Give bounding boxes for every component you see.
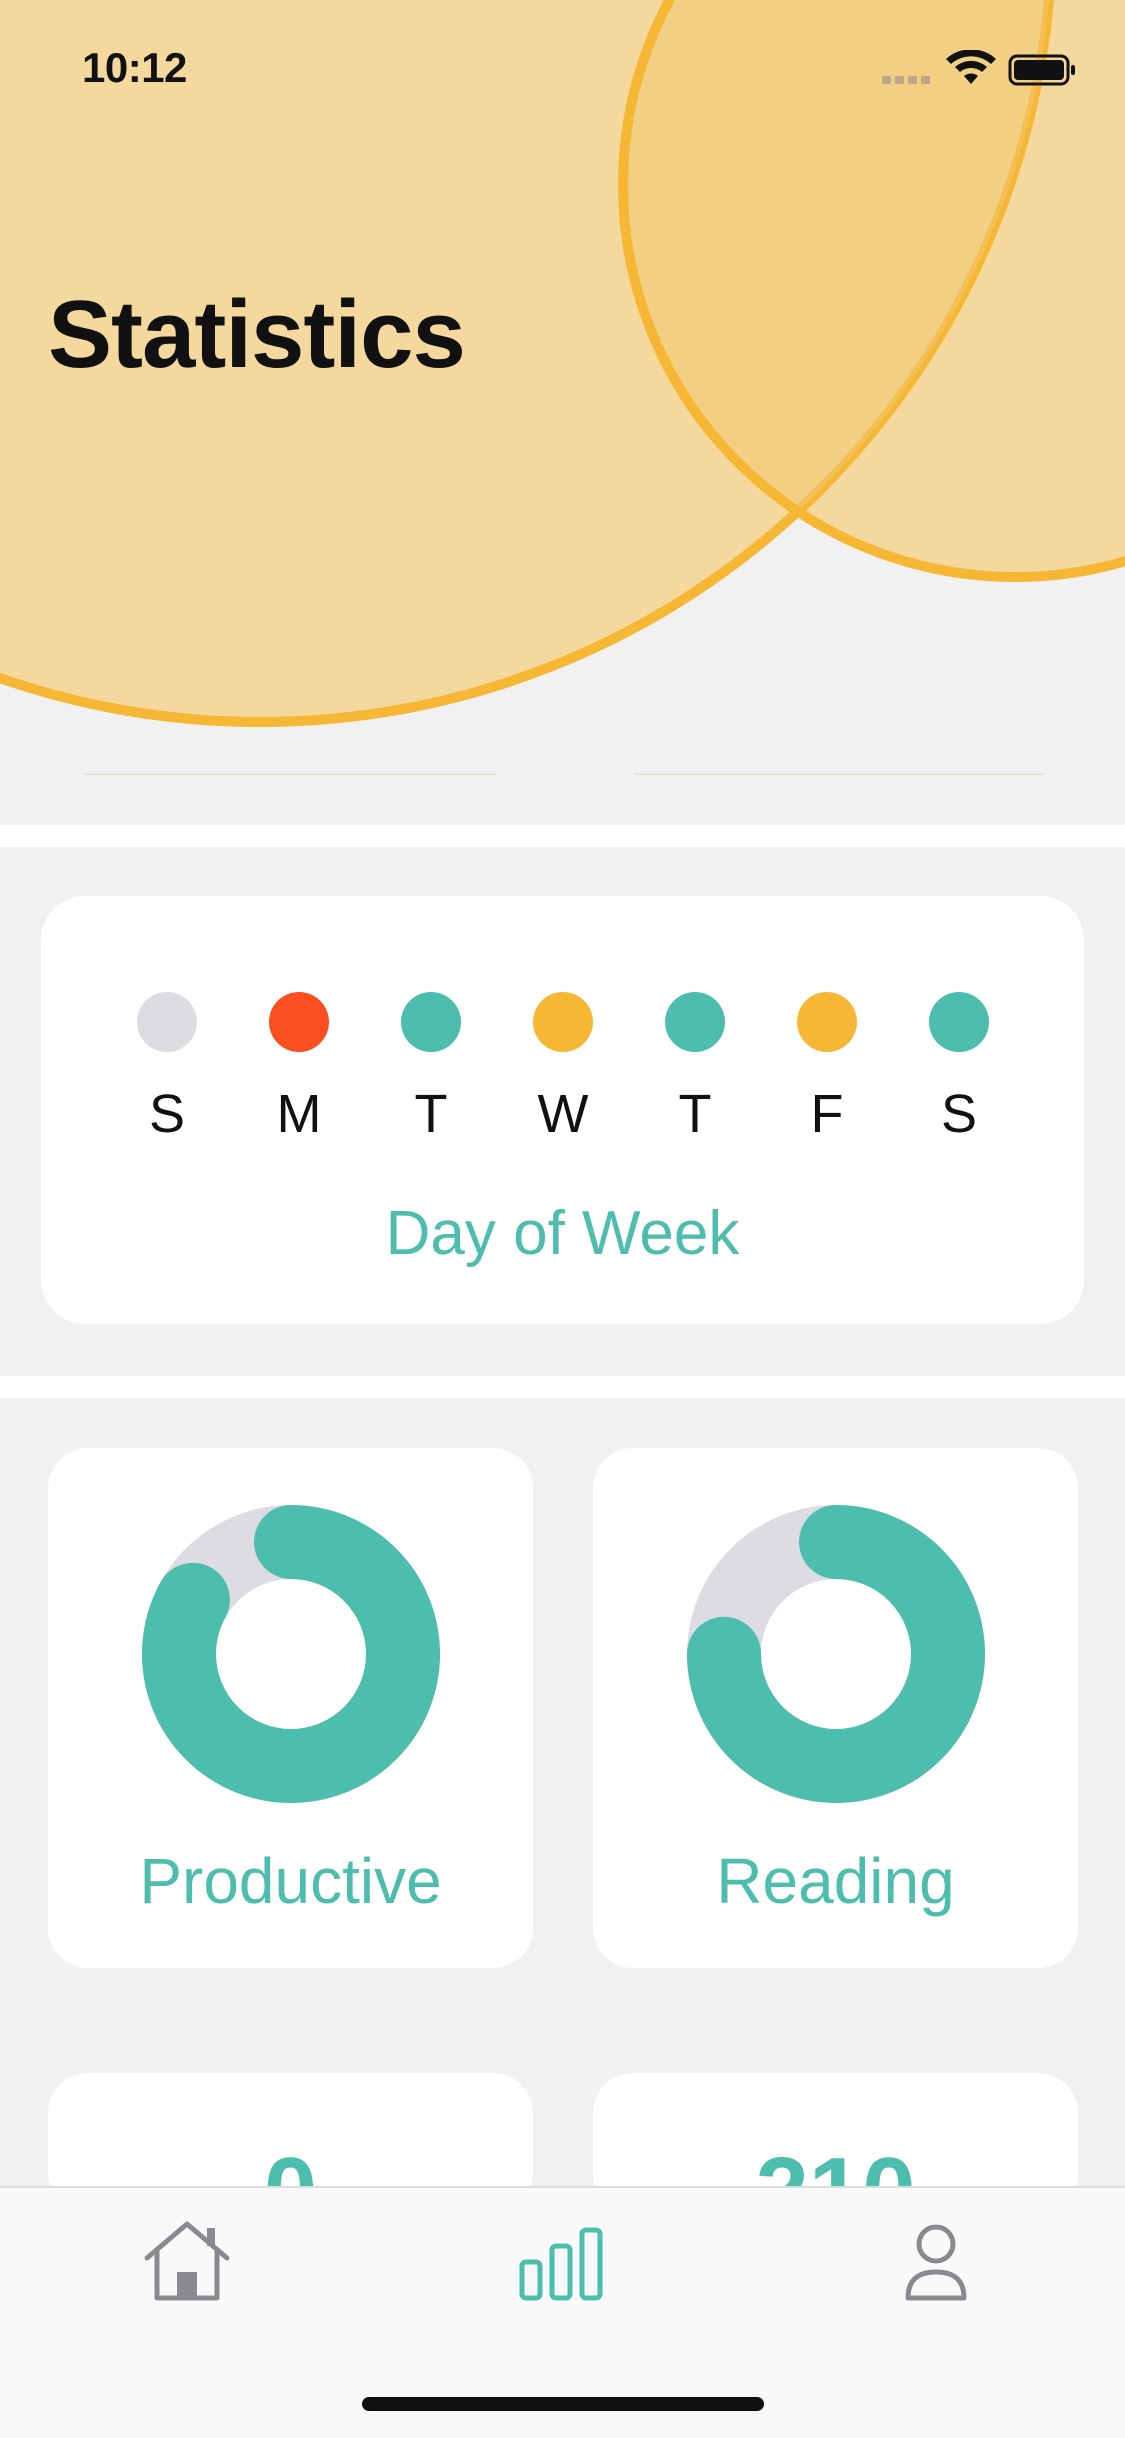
- productive-label: Productive: [139, 1845, 442, 1917]
- day-status-dot: [929, 992, 989, 1052]
- day-of-week-label: Day of Week: [385, 1199, 740, 1268]
- progress-ring: [687, 1505, 985, 1803]
- day-status-dot: [797, 992, 857, 1052]
- day-wednesday: W: [523, 992, 603, 1144]
- status-time: 10:12: [82, 44, 187, 91]
- day-letter: S: [940, 1084, 978, 1144]
- tab-home[interactable]: [137, 2216, 237, 2306]
- day-letter: T: [678, 1084, 712, 1144]
- reading-label: Reading: [716, 1845, 955, 1917]
- reading-card[interactable]: Reading: [593, 1448, 1078, 1968]
- day-of-week-card: S M T W T F S Day of Week: [41, 896, 1084, 1324]
- status-icons: [882, 50, 1075, 86]
- tab-profile[interactable]: [886, 2216, 986, 2306]
- day-status-dot: [533, 992, 593, 1052]
- day-tuesday: T: [391, 992, 471, 1144]
- day-sunday: S: [127, 992, 207, 1144]
- header-divider-right: [634, 773, 1044, 775]
- day-letter: M: [276, 1084, 322, 1144]
- day-letter: W: [537, 1084, 589, 1144]
- day-friday: F: [787, 992, 867, 1144]
- home-indicator[interactable]: [362, 2397, 764, 2411]
- tab-statistics[interactable]: [512, 2216, 612, 2306]
- day-status-dot: [401, 992, 461, 1052]
- section-separator: [0, 825, 1125, 847]
- day-monday: M: [259, 992, 339, 1144]
- home-icon: [144, 2221, 230, 2301]
- productive-card[interactable]: Productive: [48, 1448, 533, 1968]
- signal-icon: [882, 76, 930, 84]
- progress-ring: [142, 1505, 440, 1803]
- battery-icon: [1008, 54, 1075, 86]
- day-thursday: T: [655, 992, 735, 1144]
- day-letter: F: [810, 1084, 844, 1144]
- section-separator: [0, 1376, 1125, 1398]
- wifi-icon: [946, 50, 996, 84]
- ring-progress: [142, 1505, 440, 1803]
- day-saturday: S: [919, 992, 999, 1144]
- day-status-dot: [137, 992, 197, 1052]
- header-divider-left: [84, 773, 496, 775]
- day-status-dot: [665, 992, 725, 1052]
- bar-chart-icon: [519, 2227, 603, 2301]
- day-status-dot: [269, 992, 329, 1052]
- day-letter: T: [414, 1084, 448, 1144]
- page-title: Statistics: [48, 281, 466, 388]
- day-letter: S: [148, 1084, 186, 1144]
- person-icon: [905, 2224, 967, 2301]
